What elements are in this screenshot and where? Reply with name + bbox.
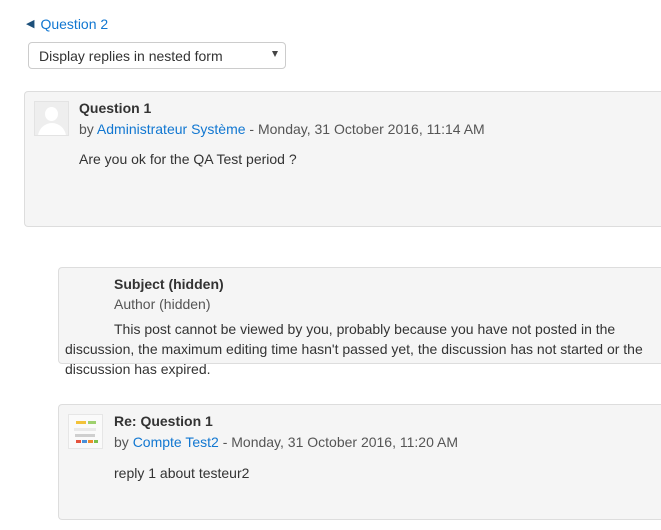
by-prefix: by (114, 434, 129, 450)
display-mode-selected: Display replies in nested form (39, 47, 223, 64)
forum-discussion-page: ◀ Question 2 Display replies in nested f… (0, 0, 661, 530)
post-author-hidden: Author (hidden) (114, 296, 211, 312)
post-subject: Question 1 (79, 100, 152, 116)
default-user-avatar[interactable] (34, 101, 69, 136)
post-subject: Re: Question 1 (114, 413, 213, 429)
post-date: - Monday, 31 October 2016, 11:20 AM (222, 434, 458, 450)
forum-post: Re: Question 1 by Compte Test2 - Monday,… (58, 404, 661, 520)
post-subject: Subject (hidden) (114, 276, 224, 292)
post-author-line: by Administrateur Système - Monday, 31 O… (79, 121, 485, 137)
forum-post: Question 1 by Administrateur Système - M… (24, 91, 661, 227)
forum-post-hidden: Subject (hidden) Author (hidden) This po… (58, 267, 661, 377)
post-author-line: by Compte Test2 - Monday, 31 October 201… (114, 434, 458, 450)
user-shoulders-icon (38, 123, 66, 135)
by-prefix: by (79, 121, 94, 137)
post-message: This post cannot be viewed by you, proba… (65, 321, 643, 377)
user-head-icon (45, 107, 58, 121)
prev-discussion-nav[interactable]: ◀ Question 2 (26, 15, 108, 33)
author-link[interactable]: Administrateur Système (97, 121, 246, 137)
prev-discussion-link[interactable]: Question 2 (40, 15, 108, 33)
chevron-down-icon (272, 51, 278, 57)
user-avatar-picture[interactable] (68, 414, 103, 449)
display-mode-select[interactable]: Display replies in nested form (28, 42, 286, 69)
author-link[interactable]: Compte Test2 (133, 434, 219, 450)
post-message: reply 1 about testeur2 (114, 465, 250, 481)
triangle-left-icon: ◀ (26, 18, 35, 30)
post-message: Are you ok for the QA Test period ? (79, 151, 297, 167)
post-date: - Monday, 31 October 2016, 11:14 AM (249, 121, 485, 137)
